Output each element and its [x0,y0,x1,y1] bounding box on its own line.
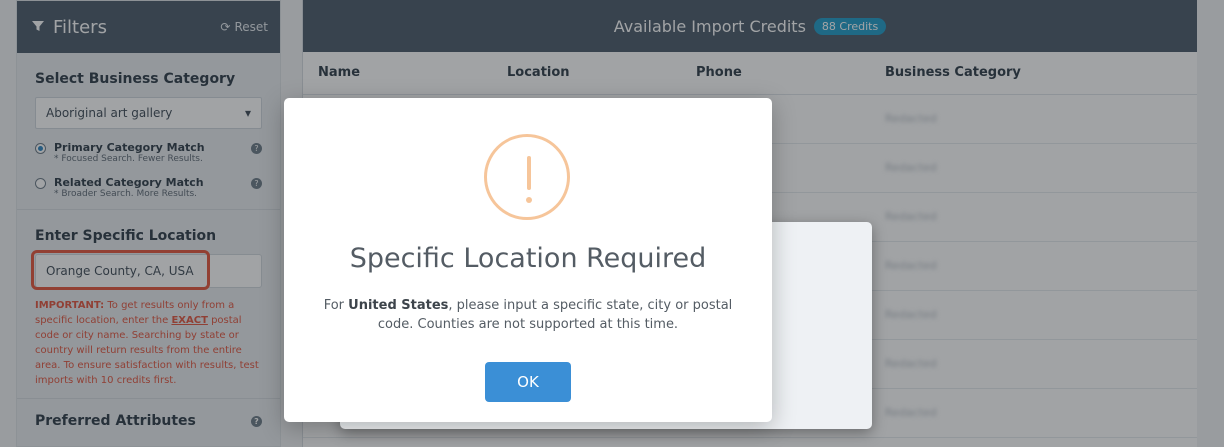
location-required-modal: Specific Location Required For United St… [284,98,772,422]
modal-text-prefix: For [323,298,349,313]
modal-country: United States [348,298,449,313]
exclamation-icon [484,134,570,220]
modal-message: For United States, please input a specif… [304,296,752,334]
modal-title: Specific Location Required [349,243,707,274]
ok-button[interactable]: OK [485,362,571,402]
